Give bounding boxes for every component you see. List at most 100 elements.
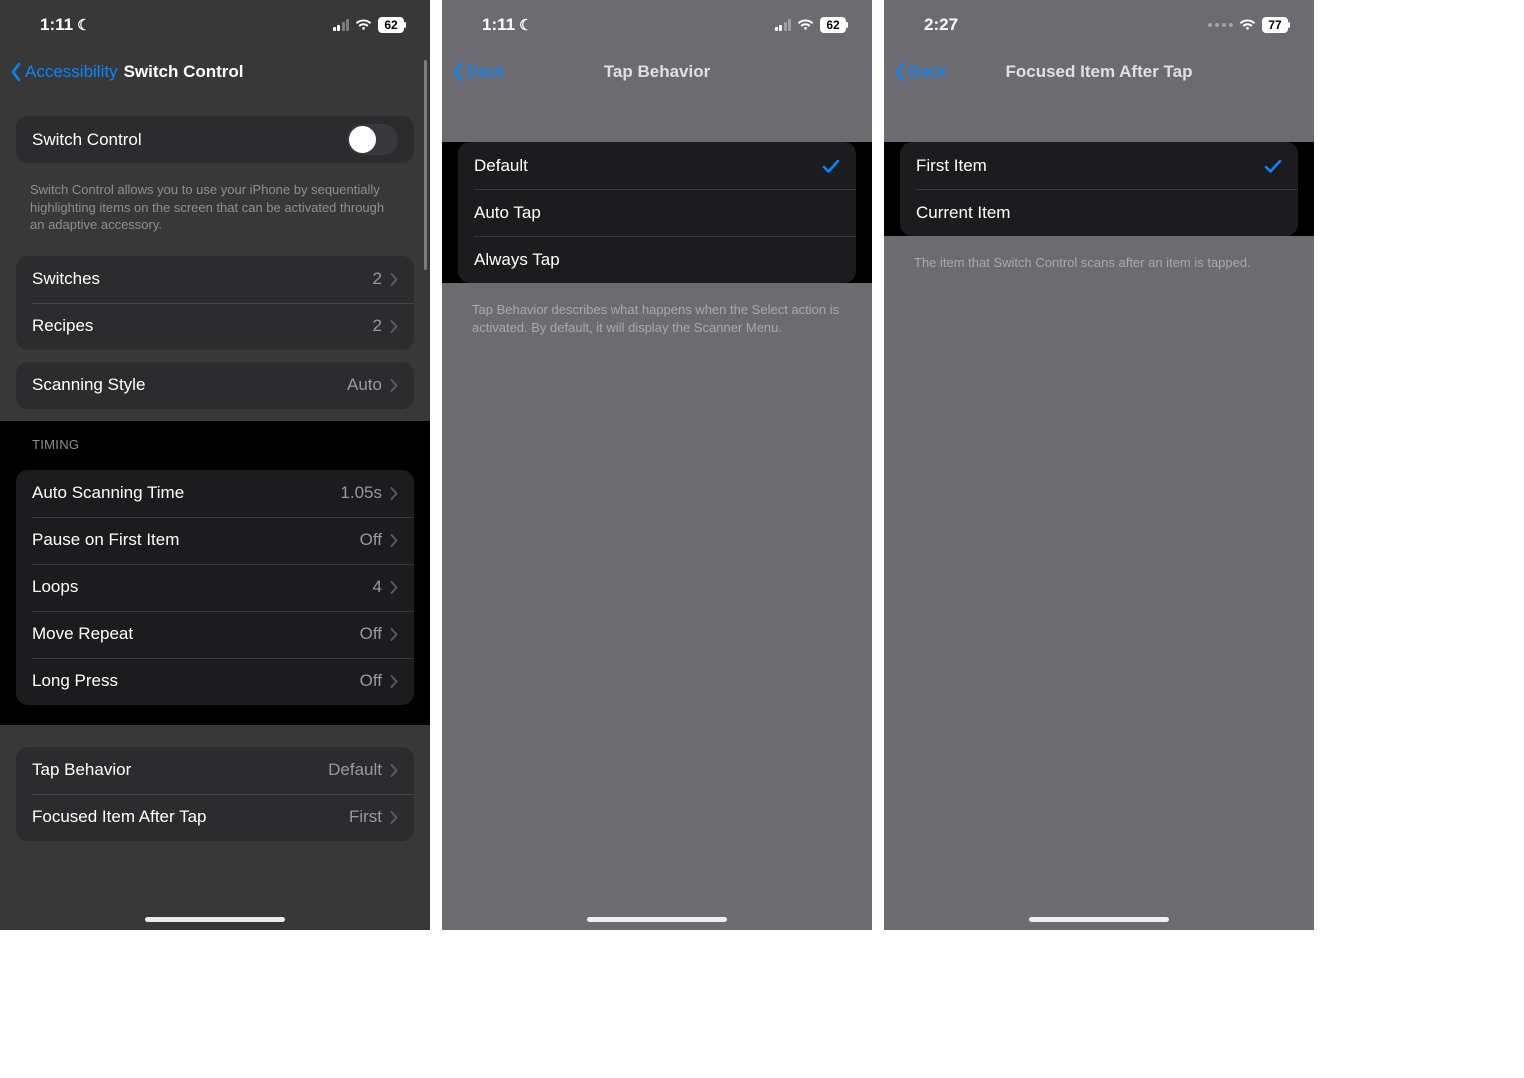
back-label: Back bbox=[909, 62, 947, 82]
row-label: Focused Item After Tap bbox=[32, 807, 207, 827]
screen-switch-control: 1:11 ☾ 62 Accessibility Switch Control S… bbox=[0, 0, 430, 930]
switch-control-description: Switch Control allows you to use your iP… bbox=[0, 175, 430, 244]
row-label: Loops bbox=[32, 577, 78, 597]
toggle-label: Switch Control bbox=[32, 130, 142, 150]
page-title: Switch Control bbox=[124, 62, 244, 82]
timing-section-header: TIMING bbox=[0, 423, 430, 458]
back-label: Accessibility bbox=[25, 62, 118, 82]
home-indicator[interactable] bbox=[587, 917, 727, 922]
row-label: Tap Behavior bbox=[32, 760, 131, 780]
loops-row[interactable]: Loops 4 bbox=[16, 564, 414, 611]
row-value: 2 bbox=[373, 316, 382, 336]
back-label: Back bbox=[467, 62, 505, 82]
page-title: Tap Behavior bbox=[604, 62, 710, 82]
row-value: 1.05s bbox=[340, 483, 382, 503]
tap-behavior-footer: Tap Behavior describes what happens when… bbox=[442, 295, 872, 346]
option-label: Auto Tap bbox=[474, 203, 541, 223]
tap-behavior-group: Tap Behavior Default Focused Item After … bbox=[16, 747, 414, 841]
auto-scanning-time-row[interactable]: Auto Scanning Time 1.05s bbox=[16, 470, 414, 517]
chevron-right-icon bbox=[390, 534, 398, 547]
checkmark-icon bbox=[1264, 158, 1282, 174]
row-label: Long Press bbox=[32, 671, 118, 691]
row-value: 2 bbox=[373, 269, 382, 289]
tap-behavior-row[interactable]: Tap Behavior Default bbox=[16, 747, 414, 794]
row-value: Off bbox=[360, 671, 382, 691]
nav-bar: Accessibility Switch Control bbox=[0, 50, 430, 94]
option-label: Default bbox=[474, 156, 528, 176]
scanning-style-row[interactable]: Scanning Style Auto bbox=[16, 362, 414, 409]
cellular-signal-icon bbox=[775, 19, 792, 31]
battery-indicator: 62 bbox=[820, 17, 846, 33]
status-bar: 2:27 77 bbox=[884, 0, 1314, 50]
tap-behavior-options: Default Auto Tap Always Tap bbox=[458, 142, 856, 283]
battery-indicator: 77 bbox=[1262, 17, 1288, 33]
focused-item-options: First Item Current Item bbox=[900, 142, 1298, 236]
row-value: Off bbox=[360, 624, 382, 644]
timing-group: Auto Scanning Time 1.05s Pause on First … bbox=[16, 470, 414, 705]
status-bar: 1:11 ☾ 62 bbox=[442, 0, 872, 50]
chevron-left-icon bbox=[452, 62, 464, 82]
option-auto-tap[interactable]: Auto Tap bbox=[458, 189, 856, 236]
option-label: Current Item bbox=[916, 203, 1010, 223]
chevron-left-icon bbox=[10, 62, 22, 82]
chevron-right-icon bbox=[390, 581, 398, 594]
switch-control-toggle[interactable] bbox=[347, 124, 398, 155]
switches-row[interactable]: Switches 2 bbox=[16, 256, 414, 303]
recipes-row[interactable]: Recipes 2 bbox=[16, 303, 414, 350]
scanning-style-group: Scanning Style Auto bbox=[16, 362, 414, 409]
row-value: Off bbox=[360, 530, 382, 550]
row-label: Pause on First Item bbox=[32, 530, 179, 550]
chevron-right-icon bbox=[390, 273, 398, 286]
cellular-signal-icon bbox=[333, 19, 350, 31]
row-label: Move Repeat bbox=[32, 624, 133, 644]
status-bar: 1:11 ☾ 62 bbox=[0, 0, 430, 50]
row-label: Scanning Style bbox=[32, 375, 145, 395]
home-indicator[interactable] bbox=[145, 917, 285, 922]
back-button[interactable]: Back bbox=[452, 62, 505, 82]
nav-bar: Back Focused Item After Tap bbox=[884, 50, 1314, 94]
wifi-icon bbox=[1239, 18, 1256, 32]
chevron-right-icon bbox=[390, 487, 398, 500]
option-always-tap[interactable]: Always Tap bbox=[458, 236, 856, 283]
wifi-icon bbox=[797, 18, 814, 32]
status-time: 1:11 bbox=[482, 15, 515, 35]
dnd-moon-icon: ☾ bbox=[77, 16, 90, 34]
chevron-right-icon bbox=[390, 764, 398, 777]
move-repeat-row[interactable]: Move Repeat Off bbox=[16, 611, 414, 658]
page-title: Focused Item After Tap bbox=[1005, 62, 1192, 82]
timing-highlight-zone: TIMING Auto Scanning Time 1.05s Pause on… bbox=[0, 421, 430, 725]
option-label: Always Tap bbox=[474, 250, 560, 270]
back-button[interactable]: Back bbox=[894, 62, 947, 82]
option-first-item[interactable]: First Item bbox=[900, 142, 1298, 189]
chevron-right-icon bbox=[390, 379, 398, 392]
row-value: First bbox=[349, 807, 382, 827]
wifi-icon bbox=[355, 18, 372, 32]
row-value: Auto bbox=[347, 375, 382, 395]
option-current-item[interactable]: Current Item bbox=[900, 189, 1298, 236]
long-press-row[interactable]: Long Press Off bbox=[16, 658, 414, 705]
option-default[interactable]: Default bbox=[458, 142, 856, 189]
pause-first-item-row[interactable]: Pause on First Item Off bbox=[16, 517, 414, 564]
home-indicator[interactable] bbox=[1029, 917, 1169, 922]
battery-indicator: 62 bbox=[378, 17, 404, 33]
dnd-moon-icon: ☾ bbox=[519, 16, 532, 34]
switch-control-toggle-row[interactable]: Switch Control bbox=[16, 116, 414, 163]
focused-item-after-tap-row[interactable]: Focused Item After Tap First bbox=[16, 794, 414, 841]
status-time: 1:11 bbox=[40, 15, 73, 35]
row-value: 4 bbox=[373, 577, 382, 597]
chevron-right-icon bbox=[390, 320, 398, 333]
checkmark-icon bbox=[822, 158, 840, 174]
switch-control-toggle-group: Switch Control bbox=[16, 116, 414, 163]
chevron-left-icon bbox=[894, 62, 906, 82]
back-button[interactable]: Accessibility bbox=[10, 62, 118, 82]
row-label: Auto Scanning Time bbox=[32, 483, 184, 503]
row-label: Switches bbox=[32, 269, 100, 289]
chevron-right-icon bbox=[390, 811, 398, 824]
row-value: Default bbox=[328, 760, 382, 780]
option-label: First Item bbox=[916, 156, 987, 176]
focused-item-footer: The item that Switch Control scans after… bbox=[884, 248, 1314, 282]
screen-tap-behavior: 1:11 ☾ 62 Back Tap Behavior Default bbox=[442, 0, 872, 930]
screen-focused-item: 2:27 77 Back Focused Item After Tap Firs… bbox=[884, 0, 1314, 930]
options-highlight-zone: First Item Current Item bbox=[884, 142, 1314, 236]
cellular-signal-icon bbox=[1208, 23, 1233, 27]
